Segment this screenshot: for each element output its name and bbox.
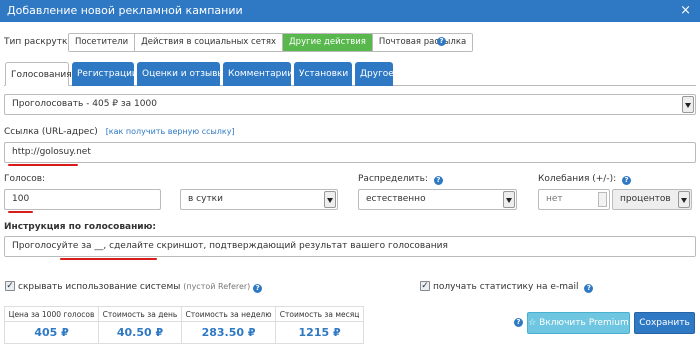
tab-registrations[interactable]: Регистрации	[72, 62, 138, 86]
help-icon[interactable]: ?	[514, 318, 523, 327]
fluctuation-unit-value: процентов	[620, 194, 671, 204]
instruction-underline	[60, 258, 157, 260]
url-input[interactable]: http://golosuy.net	[4, 142, 696, 163]
chevron-down-icon	[324, 191, 336, 208]
price-value: 405 ₽	[3, 321, 100, 344]
promo-option-visitors[interactable]: Посетители	[69, 34, 136, 51]
tab-installs[interactable]: Установки	[294, 62, 352, 86]
instruction-label: Инструкция по голосованию:	[4, 222, 156, 232]
url-help-link[interactable]: [как получить верную ссылку]	[106, 127, 235, 136]
service-select[interactable]: Проголосовать - 405 ₽ за 1000	[4, 94, 696, 115]
price-header: Цена за 1000 голосов	[3, 306, 100, 322]
url-input-value: http://golosuy.net	[12, 147, 91, 157]
promo-option-mailing[interactable]: Почтовая рассылка	[372, 34, 473, 51]
distribute-label: Распределить: ?	[358, 174, 443, 185]
help-icon[interactable]: ?	[584, 284, 594, 293]
distribute-label-text: Распределить:	[358, 174, 428, 184]
promo-option-social[interactable]: Действия в социальных сетях	[135, 34, 284, 51]
distribute-select-value: естественно	[366, 194, 426, 204]
chevron-down-icon	[682, 96, 694, 113]
price-header: Стоимость за день	[98, 306, 182, 322]
votes-input-value: 100	[12, 194, 30, 204]
chevron-down-icon	[678, 191, 690, 208]
url-underline	[8, 164, 78, 166]
promo-type-label: Тип раскрутки:	[4, 37, 77, 47]
distribute-select[interactable]: естественно	[358, 189, 517, 210]
fluctuation-label-text: Колебания (+/-):	[538, 174, 617, 184]
price-header: Стоимость за неделю	[180, 306, 277, 322]
service-select-value: Проголосовать - 405 ₽ за 1000	[12, 99, 157, 109]
stepper-arrows-icon[interactable]	[598, 192, 607, 207]
price-header: Стоимость за месяц	[275, 306, 364, 322]
save-button[interactable]: Сохранить	[634, 312, 695, 334]
promo-type-selector: Посетители Действия в социальных сетях Д…	[68, 33, 474, 52]
period-select[interactable]: в сутки	[180, 189, 338, 210]
fluctuation-label: Колебания (+/-): ?	[538, 174, 632, 185]
tab-ratings-reviews[interactable]: Оценки и отзывы	[137, 62, 225, 86]
dialog-header: Добавление новой рекламной кампании ×	[0, 0, 700, 22]
help-icon[interactable]: ?	[437, 37, 446, 46]
fluctuation-input[interactable]: нет	[538, 189, 610, 210]
chevron-down-icon	[503, 191, 515, 208]
price-value: 283.50 ₽	[180, 321, 277, 344]
instruction-input[interactable]: Проголосуйте за __, сделайте скриншот, п…	[4, 236, 696, 257]
votes-input[interactable]: 100	[4, 189, 161, 210]
hide-system-label: скрывать использование системы (пустой R…	[18, 282, 263, 293]
help-icon[interactable]: ?	[622, 176, 632, 185]
help-icon[interactable]: ?	[433, 176, 443, 185]
email-stats-label-text: получать статистику на e-mail	[433, 282, 579, 292]
help-icon[interactable]: ?	[253, 284, 263, 293]
tab-polls[interactable]: Голосования	[5, 62, 72, 86]
instruction-input-value: Проголосуйте за __, сделайте скриншот, п…	[12, 241, 448, 251]
close-icon[interactable]: ×	[680, 0, 691, 22]
votes-label: Голосов:	[4, 174, 46, 184]
fluctuation-unit-select[interactable]: процентов	[612, 189, 692, 210]
premium-button[interactable]: ☆ Включить Premium	[527, 312, 630, 334]
dialog-title: Добавление новой рекламной кампании	[7, 4, 243, 17]
price-value: 1215 ₽	[275, 321, 364, 344]
hide-system-note: (пустой Referer)	[183, 282, 251, 291]
fluctuation-placeholder: нет	[546, 194, 563, 204]
hide-system-checkbox[interactable]: ✓	[5, 281, 15, 291]
url-label: Ссылка (URL-адрес) [как получить верную …	[4, 127, 235, 137]
period-select-value: в сутки	[188, 194, 223, 204]
price-value: 40.50 ₽	[98, 321, 182, 344]
email-stats-label: получать статистику на e-mail ?	[433, 282, 594, 293]
dialog: Добавление новой рекламной кампании × Ти…	[0, 0, 700, 348]
price-table: Цена за 1000 голосов Стоимость за день С…	[3, 306, 364, 344]
hide-system-label-text: скрывать использование системы	[18, 282, 181, 292]
promo-option-other-actions[interactable]: Другие действия	[283, 34, 373, 51]
votes-underline	[8, 211, 33, 213]
url-label-text: Ссылка (URL-адрес)	[4, 127, 98, 137]
tab-comments[interactable]: Комментарии	[223, 62, 293, 86]
tab-other[interactable]: Другое	[355, 62, 394, 86]
email-stats-checkbox[interactable]: ✓	[420, 281, 430, 291]
